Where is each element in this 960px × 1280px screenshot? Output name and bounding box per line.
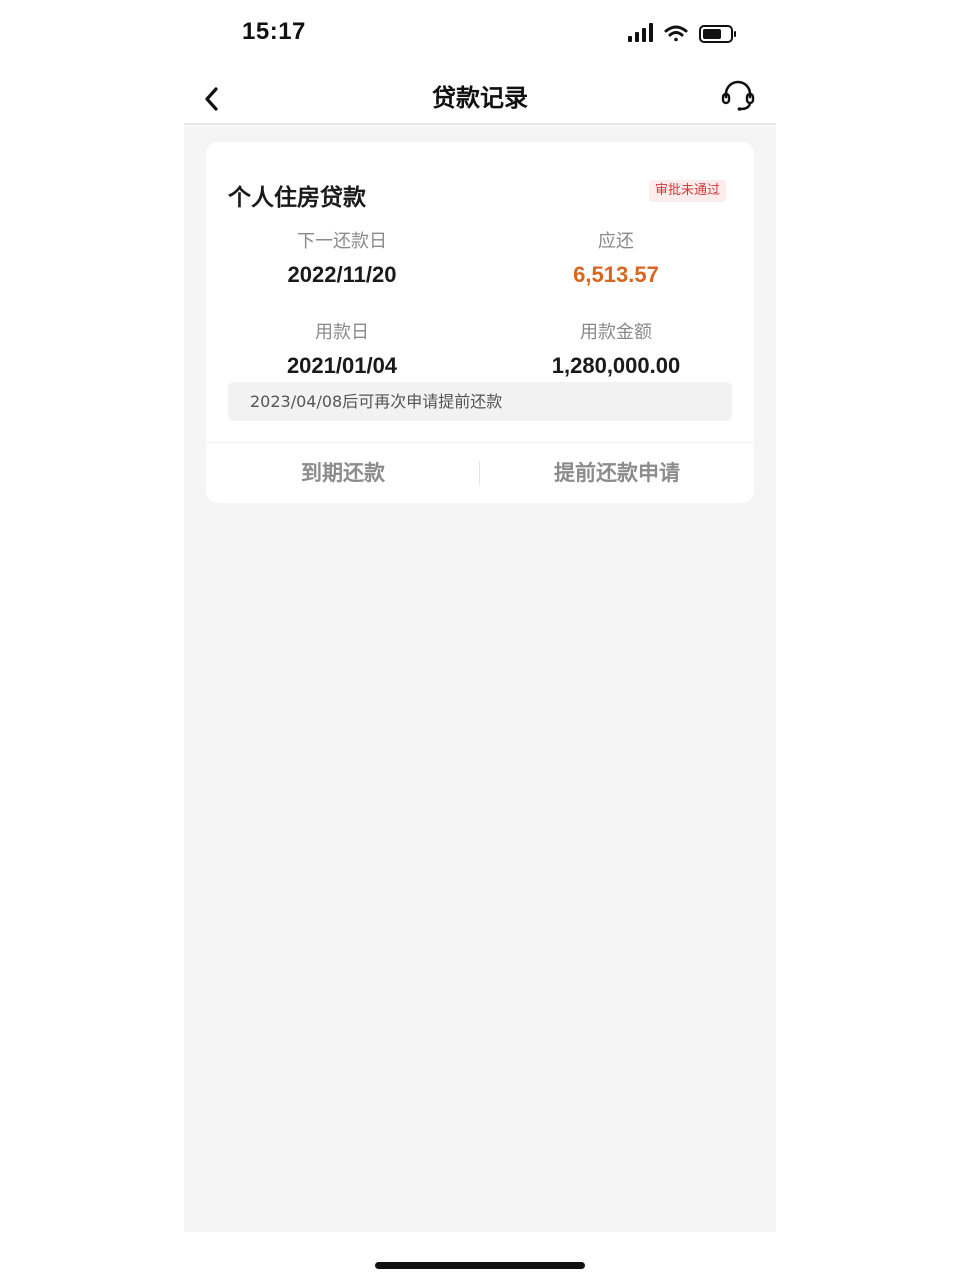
action-row: 到期还款 提前还款申请	[206, 443, 754, 503]
battery-icon	[699, 25, 736, 43]
content-area: 个人住房贷款 审批未通过 下一还款日 2022/11/20 应还 6,513.5…	[184, 126, 776, 1232]
loan-amount-cell: 用款金额 1,280,000.00	[496, 321, 736, 379]
prepayment-notice: 2023/04/08后可再次申请提前还款	[228, 382, 732, 421]
page-title: 贷款记录	[432, 84, 528, 112]
home-indicator[interactable]	[375, 1262, 585, 1269]
status-bar: 15:17	[184, 0, 776, 64]
status-icons	[628, 22, 738, 46]
nav-bar: 贷款记录	[184, 64, 776, 125]
loan-title: 个人住房贷款	[228, 185, 366, 211]
disbursement-date: 2021/01/04	[286, 353, 398, 378]
due-repayment-button[interactable]: 到期还款	[206, 443, 480, 503]
customer-service-button[interactable]	[720, 78, 756, 114]
loan-records-screen: 15:17 贷款记录 个人住房贷款 审批未通过 下一还款日 2022/11/20…	[0, 0, 960, 1280]
disbursement-label: 用款日	[315, 322, 369, 343]
amount-due-cell: 应还 6,513.57	[496, 230, 736, 288]
status-time: 15:17	[242, 18, 306, 45]
headset-icon	[721, 80, 755, 111]
early-repayment-button[interactable]: 提前还款申请	[480, 443, 754, 503]
next-payment-label: 下一还款日	[297, 231, 387, 252]
status-badge: 审批未通过	[648, 180, 726, 202]
amount-due-label: 应还	[598, 231, 634, 252]
signal-icon	[628, 23, 653, 42]
loan-amount-value: 1,280,000.00	[551, 353, 681, 378]
wifi-icon	[664, 25, 688, 42]
loan-amount-label: 用款金额	[580, 322, 652, 343]
disbursement-date-cell: 用款日 2021/01/04	[222, 321, 462, 379]
next-payment-date-cell: 下一还款日 2022/11/20	[222, 230, 462, 288]
loan-card: 个人住房贷款 审批未通过 下一还款日 2022/11/20 应还 6,513.5…	[206, 142, 754, 503]
amount-due-value: 6,513.57	[573, 262, 659, 287]
next-payment-date: 2022/11/20	[287, 262, 397, 287]
